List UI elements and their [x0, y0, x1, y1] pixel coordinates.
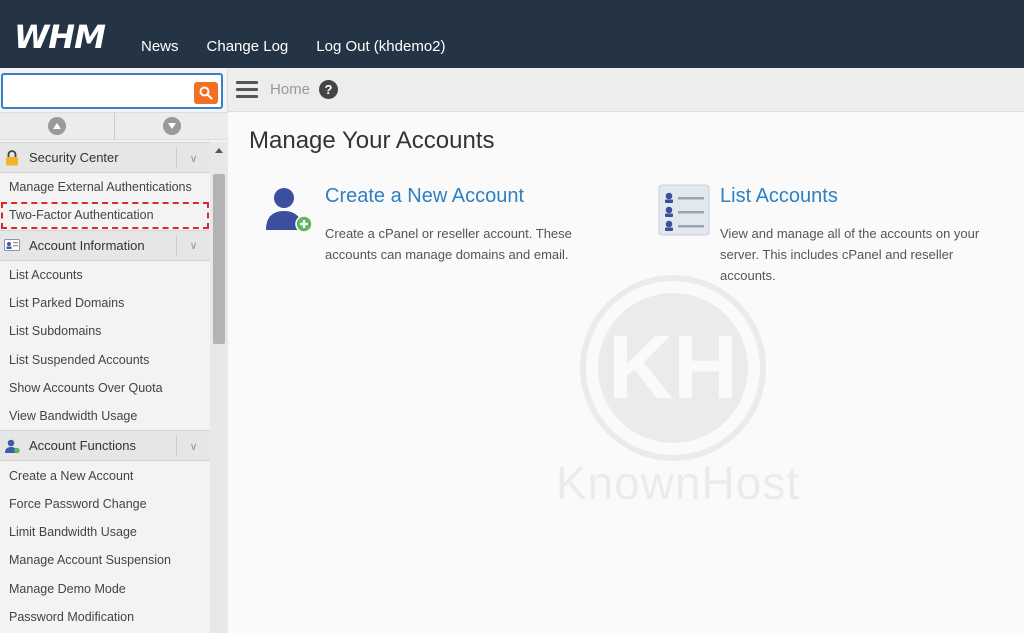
section-label: Account Functions	[29, 438, 136, 454]
sidebar-scrollbar[interactable]	[210, 142, 228, 633]
sidebar-item-manage-account-suspension[interactable]: Manage Account Suspension	[0, 546, 210, 574]
sidebar-item-manage-demo-mode[interactable]: Manage Demo Mode	[0, 575, 210, 603]
section-account-information[interactable]: Account Information ∨	[0, 229, 210, 261]
collapse-expand-row	[0, 112, 228, 140]
scrollbar-thumb[interactable]	[213, 174, 225, 344]
breadcrumb-home[interactable]: Home	[270, 81, 310, 98]
sidebar-item-two-factor-authentication[interactable]: Two-Factor Authentication	[0, 201, 210, 229]
chevron-down-icon	[162, 117, 181, 135]
sidebar-search	[0, 72, 226, 110]
nav-change-log-link[interactable]: Change Log	[207, 38, 289, 55]
sidebar-item-force-password-change[interactable]: Force Password Change	[0, 490, 210, 518]
scroll-up-arrow-icon[interactable]	[215, 148, 223, 153]
page-title: Manage Your Accounts	[249, 127, 495, 154]
sidebar-item-show-accounts-over-quota[interactable]: Show Accounts Over Quota	[0, 374, 210, 402]
chevron-down-icon[interactable]: ∨	[176, 148, 210, 168]
sidebar: Security Center ∨ Manage External Authen…	[0, 68, 228, 633]
search-icon	[199, 86, 213, 100]
sidebar-item-list-subdomains[interactable]: List Subdomains	[0, 317, 210, 345]
sidebar-item-list-suspended-accounts[interactable]: List Suspended Accounts	[0, 345, 210, 373]
chevron-up-icon	[48, 117, 66, 135]
search-button[interactable]	[194, 82, 218, 104]
watermark-text: KnownHost	[555, 457, 801, 509]
section-security-center[interactable]: Security Center ∨	[0, 142, 210, 173]
create-account-link[interactable]: Create a New Account	[325, 185, 524, 208]
expand-all-button[interactable]	[114, 113, 228, 139]
user-icon	[3, 438, 21, 454]
chevron-down-icon[interactable]: ∨	[176, 235, 210, 256]
sidebar-search-input[interactable]	[1, 73, 223, 109]
top-bar: WHM News Change Log Log Out (khdemo2)	[0, 0, 1024, 68]
add-user-icon[interactable]	[264, 186, 314, 232]
section-account-functions[interactable]: Account Functions ∨	[0, 430, 210, 462]
description-line: accounts can manage domains and email.	[325, 247, 569, 262]
chevron-down-icon[interactable]: ∨	[176, 436, 210, 457]
account-info-icon	[3, 239, 21, 252]
create-account-description: Create a cPanel or reseller account. The…	[325, 223, 615, 265]
svg-text:KH: KH	[608, 318, 738, 418]
sidebar-menu: Security Center ∨ Manage External Authen…	[0, 142, 210, 633]
sidebar-item-password-modification[interactable]: Password Modification	[0, 603, 210, 631]
collapse-all-button[interactable]	[0, 113, 114, 139]
section-label: Account Information	[29, 237, 145, 253]
main-content: Manage Your Accounts Create a New Accoun…	[228, 113, 1024, 633]
nav-news-link[interactable]: News	[141, 38, 179, 55]
sidebar-item-list-parked-domains[interactable]: List Parked Domains	[0, 289, 210, 317]
description-line: View and manage all of the accounts on y…	[720, 226, 980, 241]
sidebar-item-view-bandwidth-usage[interactable]: View Bandwidth Usage	[0, 402, 210, 430]
lock-icon	[3, 149, 21, 166]
sidebar-item-manage-external-authentications[interactable]: Manage External Authentications	[0, 173, 210, 201]
list-accounts-icon[interactable]	[658, 184, 710, 236]
knownhost-logo-icon: KH	[580, 275, 766, 461]
list-accounts-link[interactable]: List Accounts	[720, 185, 838, 208]
nav-logout-link[interactable]: Log Out (khdemo2)	[316, 38, 445, 55]
sidebar-item-limit-bandwidth-usage[interactable]: Limit Bandwidth Usage	[0, 518, 210, 546]
sidebar-item-list-accounts[interactable]: List Accounts	[0, 261, 210, 289]
description-line: server. This includes cPanel and reselle…	[720, 247, 954, 262]
description-line: accounts.	[720, 268, 776, 283]
help-icon[interactable]: ?	[319, 80, 338, 99]
menu-toggle-icon[interactable]	[236, 81, 258, 99]
top-nav: News Change Log Log Out (khdemo2)	[141, 38, 474, 55]
section-label: Security Center	[29, 150, 119, 165]
whm-logo[interactable]: WHM	[14, 18, 106, 56]
sidebar-item-create-a-new-account[interactable]: Create a New Account	[0, 461, 210, 489]
watermark: KH KnownHost	[478, 273, 878, 533]
breadcrumb-bar: Home ?	[228, 68, 1024, 112]
description-line: Create a cPanel or reseller account. The…	[325, 226, 572, 241]
list-accounts-description: View and manage all of the accounts on y…	[720, 223, 1020, 286]
